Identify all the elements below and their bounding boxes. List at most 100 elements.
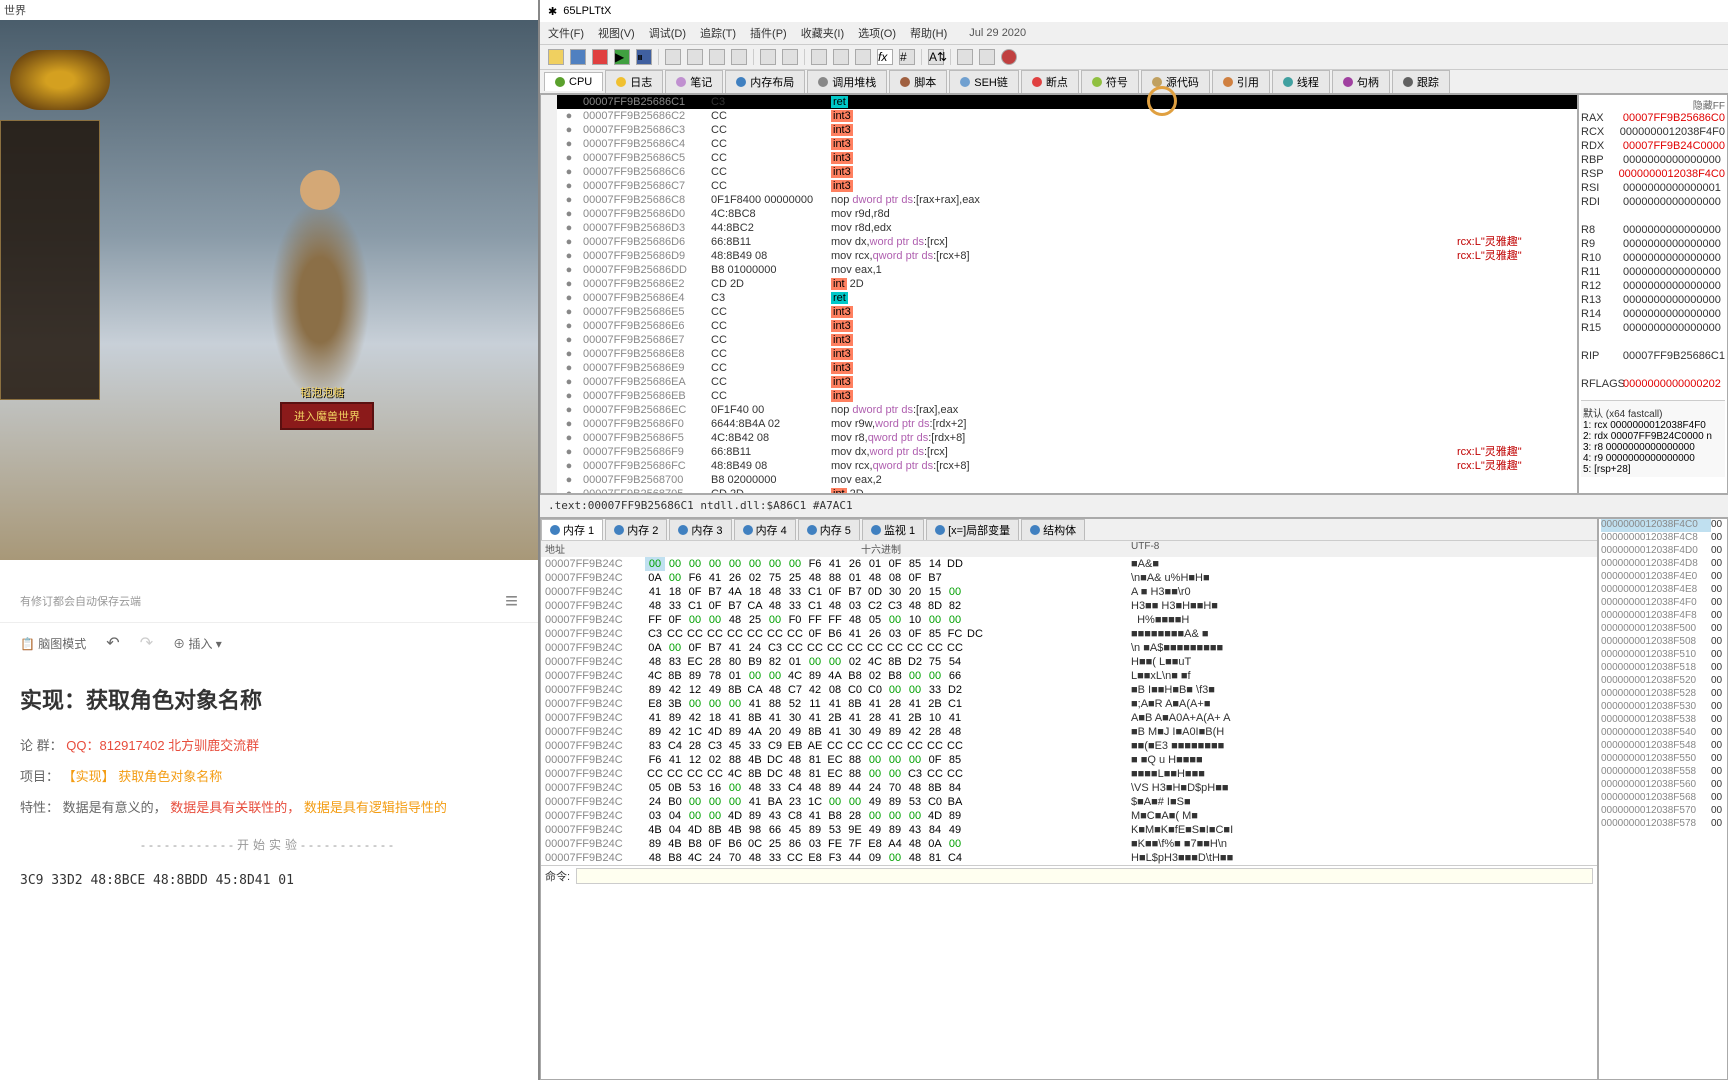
disasm-row[interactable]: ●00007FF9B25686D666:8B11mov dx,word ptr … <box>557 235 1577 249</box>
dump-row[interactable]: 00007FF9B24C894212498BCA48C74208C0C00000… <box>541 683 1597 697</box>
tab-跟踪[interactable]: 跟踪 <box>1392 70 1450 93</box>
restart-icon[interactable] <box>570 49 586 65</box>
menu-item[interactable]: 选项(O) <box>858 25 896 41</box>
stack-row[interactable]: 0000000012038F4C800 <box>1599 532 1727 545</box>
doc-line-group[interactable]: 论 群： QQ：812917402 北方驯鹿交流群 <box>20 735 518 754</box>
tab-源代码[interactable]: 源代码 <box>1141 70 1210 93</box>
register-RBP[interactable]: RBP0000000000000000 <box>1581 154 1725 168</box>
dump-tab[interactable]: 监视 1 <box>862 519 924 540</box>
tag-icon[interactable] <box>833 49 849 65</box>
disasm-row[interactable]: ●00007FF9B25686C5CCint3 <box>557 151 1577 165</box>
menu-item[interactable]: 收藏夹(I) <box>801 25 844 41</box>
stack-row[interactable]: 0000000012038F4F000 <box>1599 597 1727 610</box>
stack-row[interactable]: 0000000012038F56000 <box>1599 779 1727 792</box>
register-[interactable] <box>1581 364 1725 378</box>
dump-row[interactable]: 00007FF9B24C030400004D8943C841B828000000… <box>541 809 1597 823</box>
disasm-row[interactable]: ●00007FF9B25686C6CCint3 <box>557 165 1577 179</box>
memory-dump-view[interactable]: 内存 1内存 2内存 3内存 4内存 5监视 1[x=]局部变量结构体 地址 十… <box>540 518 1598 1080</box>
disasm-row[interactable]: ●00007FF9B25686E6CCint3 <box>557 319 1577 333</box>
stack-row[interactable]: 0000000012038F54000 <box>1599 727 1727 740</box>
command-input[interactable] <box>576 868 1593 884</box>
disasm-row[interactable]: ●00007FF9B25686E2CD 2Dint 2D <box>557 277 1577 291</box>
register-R13[interactable]: R130000000000000000 <box>1581 294 1725 308</box>
stack-row[interactable]: 0000000012038F53800 <box>1599 714 1727 727</box>
stack-view[interactable]: 0000000012038F4C0000000000012038F4C80000… <box>1598 518 1728 1080</box>
disasm-row[interactable]: ●00007FF9B25686C2CCint3 <box>557 109 1577 123</box>
disasm-row[interactable]: ●00007FF9B25686E9CCint3 <box>557 361 1577 375</box>
enter-world-button[interactable]: 进入魔兽世界 <box>280 402 374 430</box>
disasm-row[interactable]: ●00007FF9B25686EBCCint3 <box>557 389 1577 403</box>
menu-item[interactable]: 视图(V) <box>598 25 635 41</box>
menu-item[interactable]: 追踪(T) <box>700 25 736 41</box>
register-R12[interactable]: R120000000000000000 <box>1581 280 1725 294</box>
mindmap-mode-button[interactable]: 📋 脑图模式 <box>20 635 86 652</box>
register-RSI[interactable]: RSI0000000000000001 <box>1581 182 1725 196</box>
doc-title[interactable]: 实现：获取角色对象名称 <box>20 683 518 715</box>
register-R10[interactable]: R100000000000000000 <box>1581 252 1725 266</box>
stack-row[interactable]: 0000000012038F55000 <box>1599 753 1727 766</box>
tab-句柄[interactable]: 句柄 <box>1332 70 1390 93</box>
dump-row[interactable]: 00007FF9B24C0A00F6412602752548880148080F… <box>541 571 1597 585</box>
open-icon[interactable] <box>548 49 564 65</box>
register-RSP[interactable]: RSP0000000012038F4C0 <box>1581 168 1725 182</box>
disasm-row[interactable]: ●00007FF9B25686C4CCint3 <box>557 137 1577 151</box>
run-to-cursor-icon[interactable] <box>731 49 747 65</box>
dump-row[interactable]: 00007FF9B24C4883EC2880B982010000024C8BD2… <box>541 655 1597 669</box>
disasm-row[interactable]: ●00007FF9B25686EC0F1F40 00nop dword ptr … <box>557 403 1577 417</box>
tab-调用堆栈[interactable]: 调用堆栈 <box>807 70 887 93</box>
hamburger-icon[interactable]: ≡ <box>505 588 518 614</box>
tab-笔记[interactable]: 笔记 <box>665 70 723 93</box>
settings-icon[interactable] <box>957 49 973 65</box>
stack-row[interactable]: 0000000012038F57000 <box>1599 805 1727 818</box>
dump-row[interactable]: 00007FF9B24C48B84C24704833CCE8F344090048… <box>541 851 1597 865</box>
menu-item[interactable]: 文件(F) <box>548 25 584 41</box>
dump-row[interactable]: 00007FF9B24C83C428C34533C9EBAECCCCCCCCCC… <box>541 739 1597 753</box>
register-RDX[interactable]: RDX00007FF9B24C0000 <box>1581 140 1725 154</box>
stack-row[interactable]: 0000000012038F51000 <box>1599 649 1727 662</box>
stack-row[interactable]: 0000000012038F4D000 <box>1599 545 1727 558</box>
dump-tab[interactable]: 内存 5 <box>798 519 860 540</box>
registers-view[interactable]: 隐藏FF RAX00007FF9B25686C0RCX0000000012038… <box>1578 94 1728 494</box>
redo-icon[interactable]: ↷ <box>140 633 153 653</box>
step-over-icon[interactable] <box>687 49 703 65</box>
tab-内存布局[interactable]: 内存布局 <box>725 70 805 93</box>
regs-hide-label[interactable]: 隐藏FF <box>1581 97 1725 112</box>
stack-row[interactable]: 0000000012038F51800 <box>1599 662 1727 675</box>
tab-引用[interactable]: 引用 <box>1212 70 1270 93</box>
stack-row[interactable]: 0000000012038F54800 <box>1599 740 1727 753</box>
dump-row[interactable]: 00007FF9B24CCCCCCCCC4C8BDC4881EC880000C3… <box>541 767 1597 781</box>
dump-row[interactable]: 00007FF9B24C41894218418B4130412B4128412B… <box>541 711 1597 725</box>
disasm-row[interactable]: ●00007FF9B25686E8CCint3 <box>557 347 1577 361</box>
disasm-row[interactable]: ●00007FF9B25686DDB8 01000000mov eax,1 <box>557 263 1577 277</box>
disassembly-view[interactable]: 00007FF9B25686C1C3ret●00007FF9B25686C2CC… <box>540 94 1578 494</box>
step-out-icon[interactable] <box>709 49 725 65</box>
pause-icon[interactable]: ⏸ <box>636 49 652 65</box>
menu-item[interactable]: 帮助(H) <box>910 25 947 41</box>
dump-tab[interactable]: 内存 2 <box>605 519 667 540</box>
stack-row[interactable]: 0000000012038F55800 <box>1599 766 1727 779</box>
disasm-row[interactable]: ●00007FF9B25686E7CCint3 <box>557 333 1577 347</box>
dump-row[interactable]: 00007FF9B24C4B044D8B4B98664589539E498943… <box>541 823 1597 837</box>
disasm-row[interactable]: ●00007FF9B25686F06644:8B4A 02mov r9w,wor… <box>557 417 1577 431</box>
dump-row[interactable]: 00007FF9B24CE83B00000041885211418B412841… <box>541 697 1597 711</box>
disasm-row[interactable]: ●00007FF9B25686D04C:8BC8mov r9d,r8d <box>557 207 1577 221</box>
stack-row[interactable]: 0000000012038F4D800 <box>1599 558 1727 571</box>
register-[interactable] <box>1581 336 1725 350</box>
stack-row[interactable]: 0000000012038F52000 <box>1599 675 1727 688</box>
disasm-row[interactable]: ●00007FF9B25686D344:8BC2mov r8d,edx <box>557 221 1577 235</box>
register-RCX[interactable]: RCX0000000012038F4F0 <box>1581 126 1725 140</box>
dump-row[interactable]: 00007FF9B24C0000000000000000F64126010F85… <box>541 557 1597 571</box>
dump-row[interactable]: 00007FF9B24CF6411202884BDC4881EC88000000… <box>541 753 1597 767</box>
register-R11[interactable]: R110000000000000000 <box>1581 266 1725 280</box>
doc-line-trait[interactable]: 特性： 数据是有意义的， 数据是具有关联性的， 数据是具有逻辑指导性的 <box>20 797 518 816</box>
calc-icon[interactable] <box>979 49 995 65</box>
menu-item[interactable]: 调试(D) <box>649 25 686 41</box>
dump-row[interactable]: 00007FF9B24C894BB80FB60C258603FE7FE8A448… <box>541 837 1597 851</box>
tab-日志[interactable]: 日志 <box>605 70 663 93</box>
register-RAX[interactable]: RAX00007FF9B25686C0 <box>1581 112 1725 126</box>
disasm-row[interactable]: ●00007FF9B25686F966:8B11mov dx,word ptr … <box>557 445 1577 459</box>
undo-icon[interactable]: ↶ <box>106 633 119 653</box>
stack-row[interactable]: 0000000012038F4E800 <box>1599 584 1727 597</box>
disasm-row[interactable]: ●00007FF9B25686C3CCint3 <box>557 123 1577 137</box>
register-R15[interactable]: R150000000000000000 <box>1581 322 1725 336</box>
